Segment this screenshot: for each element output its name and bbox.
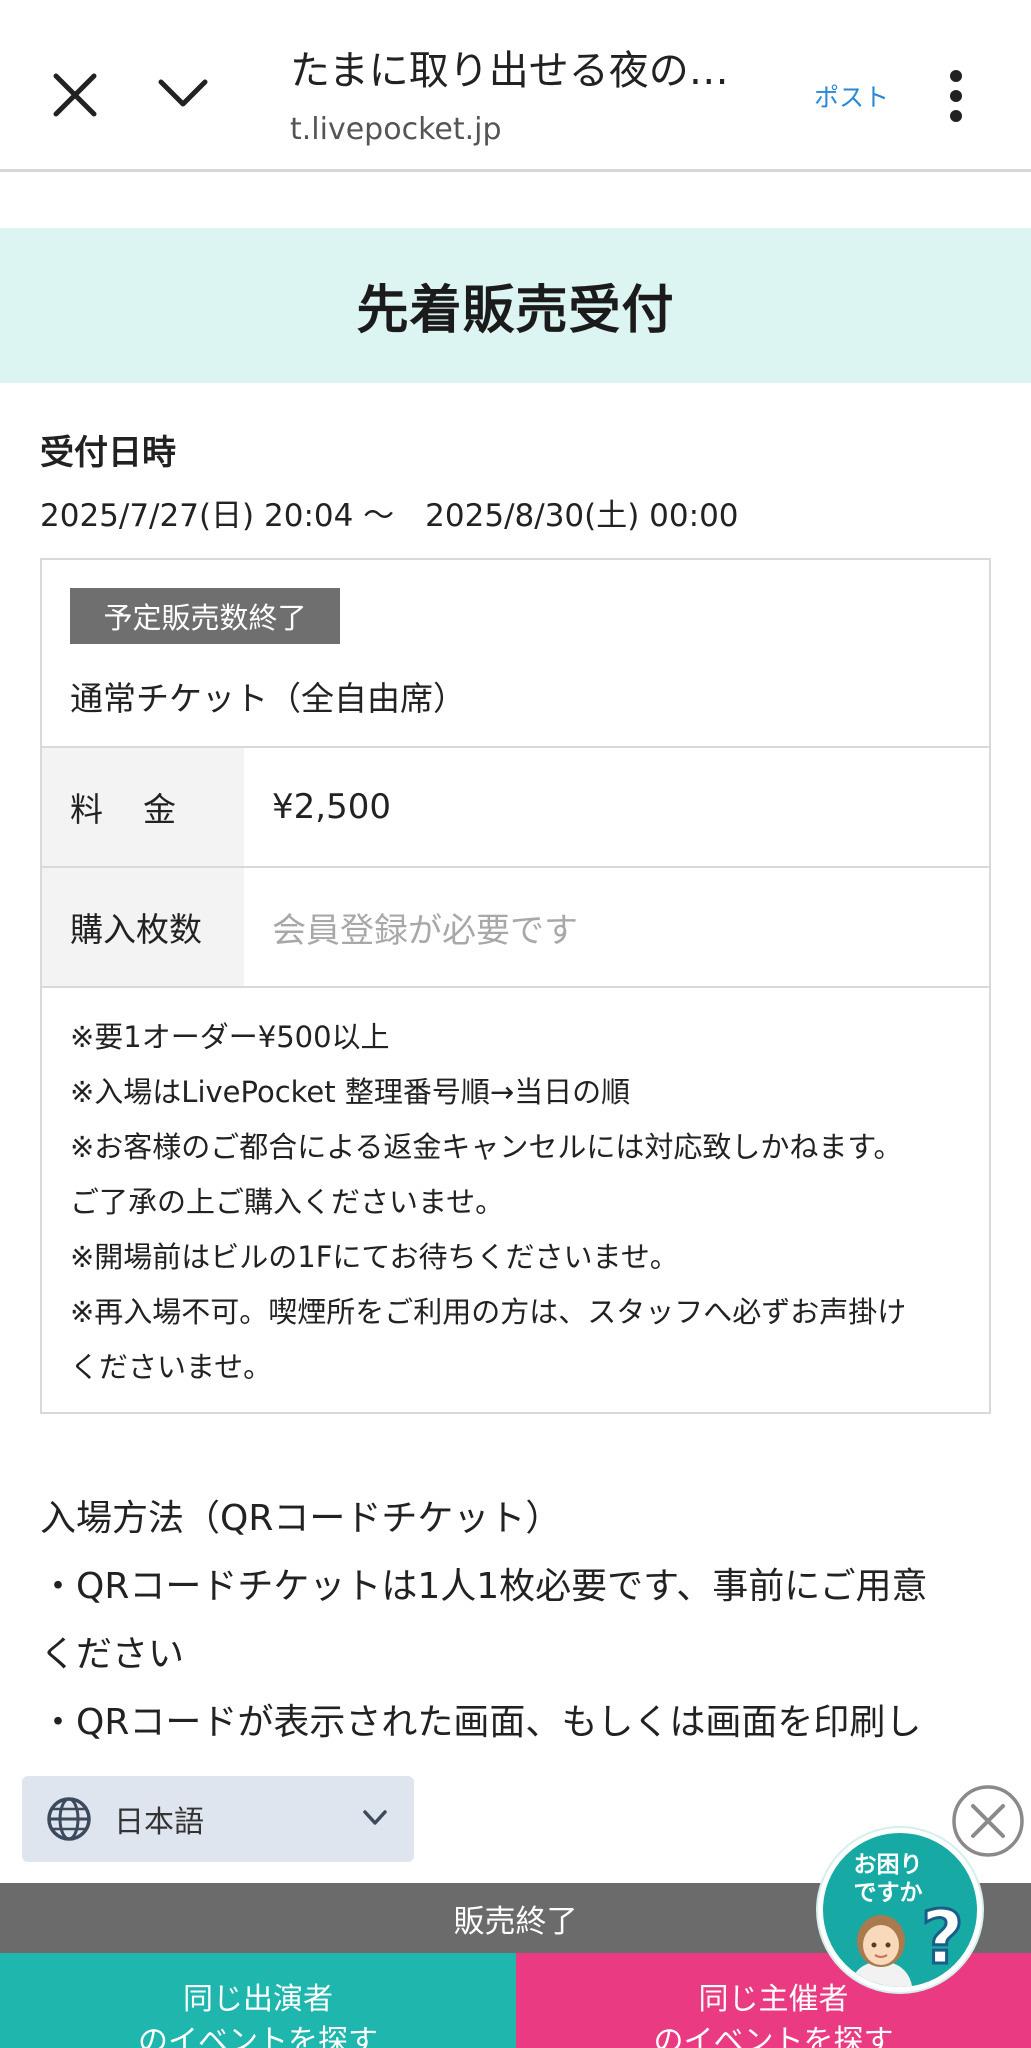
reception-label: 受付日時 — [40, 433, 176, 473]
note-line: ※お客様のご都合による返金キャンセルには対応致しかねます。 — [70, 1130, 903, 1164]
page-url: t.livepocket.jp — [290, 112, 502, 147]
assistant-avatar — [841, 1903, 921, 1987]
status-badge: 予定販売数終了 — [70, 588, 340, 644]
quantity-value: 会員登録が必要です — [272, 910, 578, 951]
price-value: ¥2,500 — [272, 787, 391, 827]
price-label: 料金 — [42, 748, 244, 866]
globe-icon — [46, 1796, 92, 1842]
more-vertical-icon[interactable] — [944, 68, 968, 124]
language-selected: 日本語 — [114, 1805, 204, 1840]
entry-line: ・QRコードチケットは1人1枚必要です、事前にご用意 — [40, 1566, 928, 1607]
section-banner: 先着販売受付 — [0, 228, 1031, 383]
quantity-label: 購入枚数 — [42, 868, 244, 986]
post-button[interactable]: ポスト — [814, 78, 889, 114]
note-line: ※再入場不可。喫煙所をご利用の方は、スタッフへ必ずお声掛け — [70, 1295, 907, 1329]
help-button[interactable]: お困りですか ? — [818, 1828, 982, 1992]
same-organizer-line2: のイベントを探す — [653, 2024, 894, 2048]
reception-range: 2025/7/27(日) 20:04 〜 2025/8/30(土) 00:00 — [40, 498, 739, 534]
help-question-icon: ? — [913, 1894, 977, 1983]
note-line: ※開場前はビルの1Fにてお待ちくださいませ。 — [70, 1240, 679, 1274]
svg-text:?: ? — [921, 1895, 964, 1975]
price-row: 料金 ¥2,500 — [42, 746, 989, 866]
section-title: 先着販売受付 — [356, 281, 675, 341]
same-organizer-line1: 同じ主催者 — [698, 1982, 849, 2017]
same-performer-button[interactable]: 同じ出演者 のイベントを探す — [0, 1953, 516, 2048]
entry-line: ください — [40, 1634, 185, 1675]
close-circle-icon[interactable] — [951, 1784, 1025, 1858]
ticket-card: 予定販売数終了 通常チケット（全自由席） 料金 ¥2,500 購入枚数 会員登録… — [40, 558, 991, 1414]
note-line: ※要1オーダー¥500以上 — [70, 1020, 390, 1054]
note-line: くださいませ。 — [70, 1350, 273, 1384]
ticket-notes: ※要1オーダー¥500以上 ※入場はLivePocket 整理番号順→当日の順 … — [42, 986, 989, 1395]
quantity-row: 購入枚数 会員登録が必要です — [42, 866, 989, 986]
close-icon[interactable] — [50, 70, 100, 120]
same-performer-line1: 同じ出演者 — [183, 1982, 333, 2017]
note-line: ご了承の上ご購入くださいませ。 — [70, 1185, 505, 1219]
language-select[interactable]: 日本語 — [22, 1776, 414, 1862]
entry-line: 入場方法（QRコードチケット） — [40, 1498, 562, 1539]
entry-line: ・QRコードが表示された画面、もしくは画面を印刷し — [40, 1702, 922, 1743]
entry-method: 入場方法（QRコードチケット） ・QRコードチケットは1人1枚必要です、事前にご… — [40, 1485, 1000, 1757]
caret-down-icon — [362, 1808, 388, 1828]
ticket-name: 通常チケット（全自由席） — [70, 679, 466, 718]
browser-toolbar: たまに取り出せる夜の… t.livepocket.jp ポスト — [0, 0, 1031, 172]
chevron-down-icon[interactable] — [155, 72, 211, 116]
page-title: たまに取り出せる夜の… — [290, 48, 729, 94]
same-performer-line2: のイベントを探す — [138, 2024, 378, 2048]
note-line: ※入場はLivePocket 整理番号順→当日の順 — [70, 1075, 631, 1109]
